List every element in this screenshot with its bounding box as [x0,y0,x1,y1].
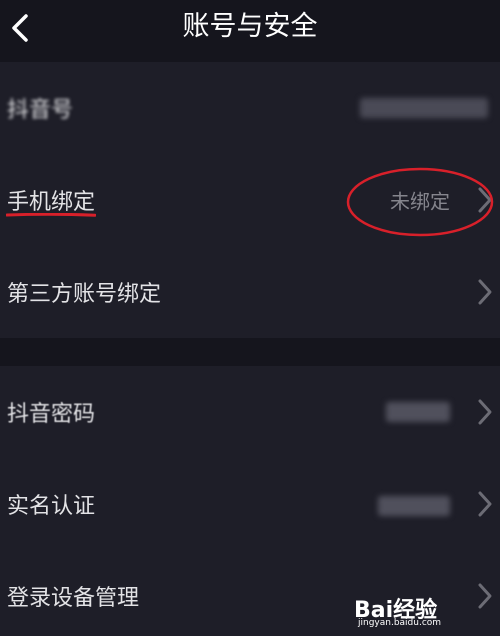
page-title: 账号与安全 [182,11,318,42]
row-password[interactable]: 抖音密码 [0,366,500,458]
row-label: 抖音密码 [7,402,96,427]
chevron-right-icon [478,399,492,425]
row-label: 手机绑定 [7,190,96,215]
nav-bar: 账号与安全 [0,0,500,60]
obscured-value [360,98,488,118]
row-label: 抖音号 [7,98,74,123]
red-circle-annotation [346,167,494,237]
red-underline-annotation [6,213,96,217]
account-security-screen: 账号与安全 抖音号 手机绑定 未绑定 第三方账号绑定 抖音密码 实名认证 登录设… [0,0,500,636]
baidu-jingyan-watermark: Bai经验 jingyan.baidu.com [354,590,494,632]
obscured-value [386,402,450,422]
section-divider [0,338,500,366]
row-label: 登录设备管理 [7,586,140,611]
chevron-right-icon [478,491,492,517]
obscured-value [378,496,450,516]
chevron-right-icon [478,279,492,305]
row-third-party-binding[interactable]: 第三方账号绑定 [0,246,500,338]
row-label: 实名认证 [7,494,96,519]
watermark-site: jingyan.baidu.com [358,618,442,628]
row-real-name-auth[interactable]: 实名认证 [0,458,500,550]
row-douyin-id[interactable]: 抖音号 [0,62,500,154]
row-label: 第三方账号绑定 [7,282,162,307]
